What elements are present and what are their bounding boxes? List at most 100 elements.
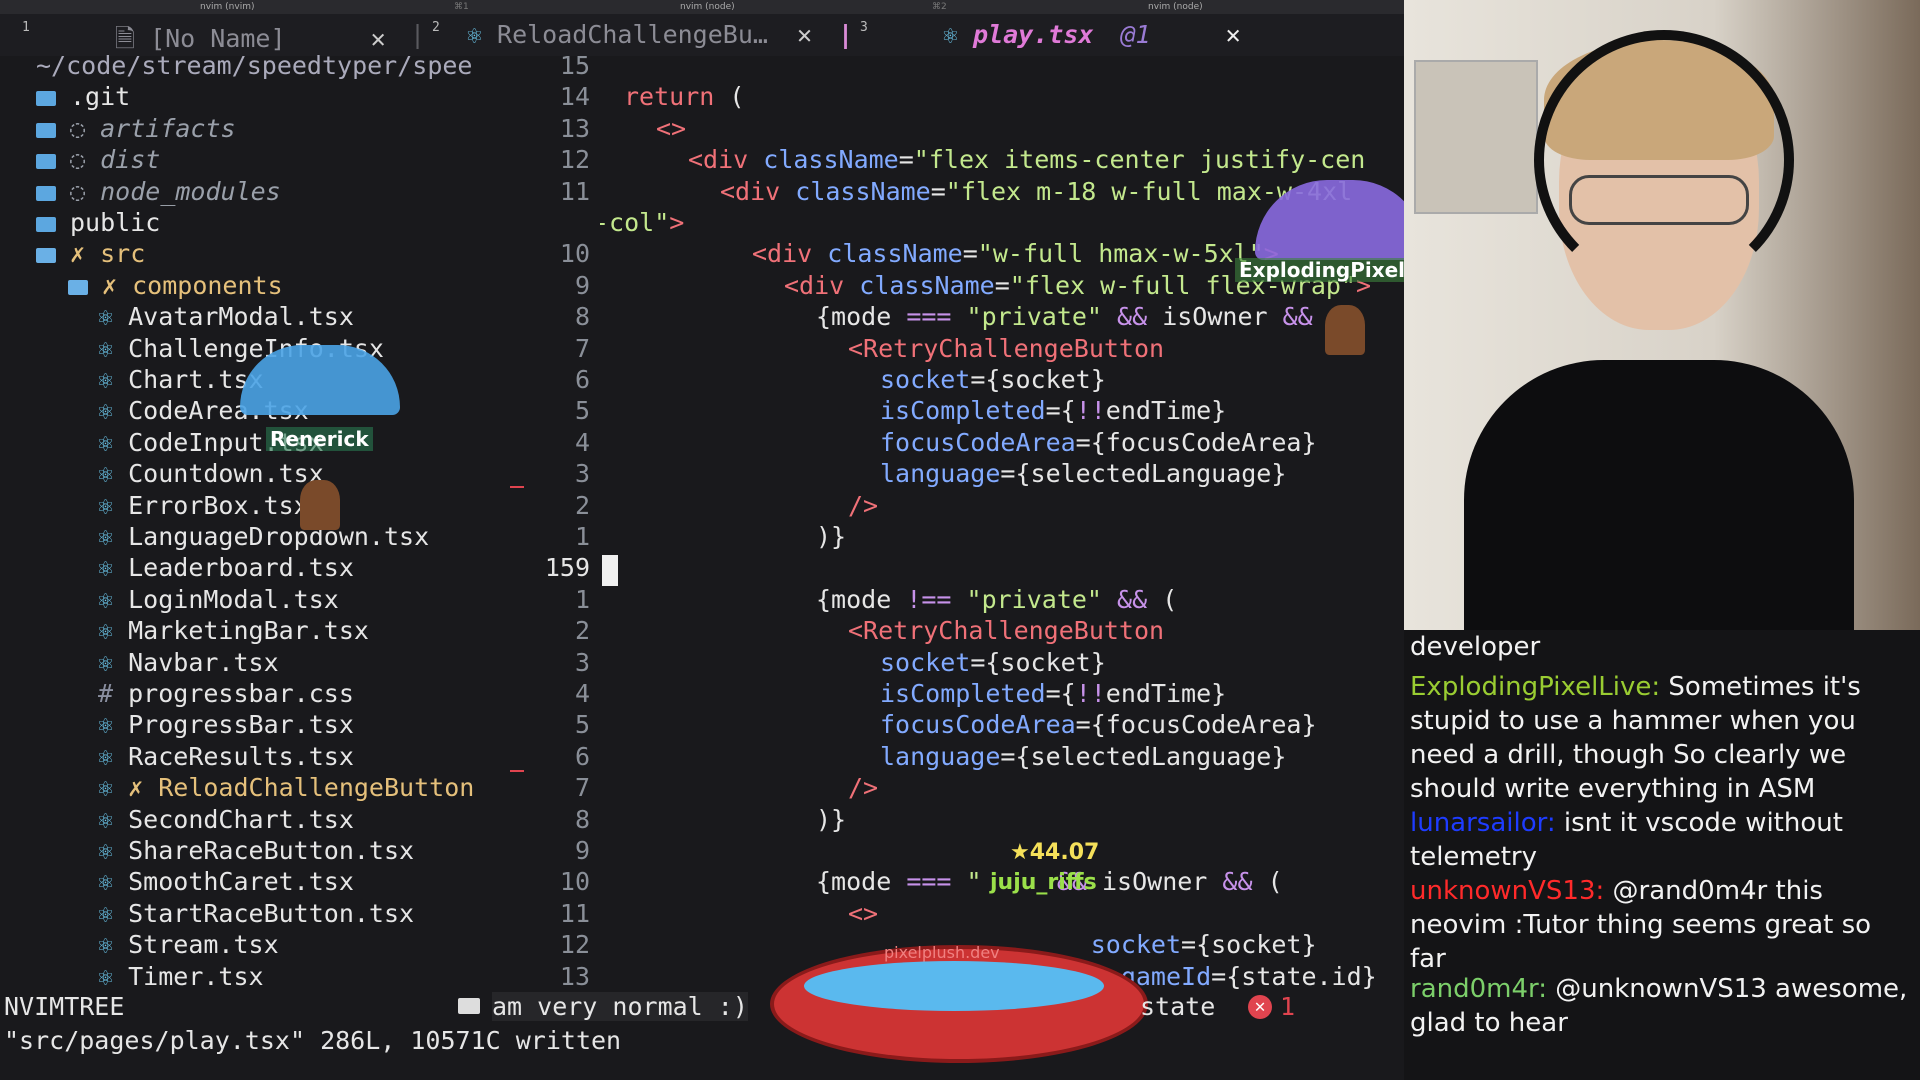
code-line[interactable]: socket={socket}	[880, 647, 1106, 678]
code-line[interactable]: <div className="flex items-center justif…	[688, 144, 1365, 175]
tree-item[interactable]: ⚛ MarketingBar.tsx	[98, 615, 369, 646]
react-icon: ⚛	[98, 616, 129, 646]
terminal-tab-2-title[interactable]: nvim (node)	[680, 2, 735, 12]
line-number: 2	[574, 616, 590, 646]
line-number: 6	[574, 741, 590, 771]
code-line[interactable]: />	[848, 772, 878, 803]
chat-message: ExplodingPixelLive: Sometimes it's stupi…	[1410, 670, 1910, 806]
close-icon[interactable]: ✕	[797, 20, 812, 49]
code-token: !!	[1075, 679, 1106, 708]
tree-item[interactable]: ⚛ RaceResults.tsx	[98, 741, 354, 772]
react-icon: ⚛	[98, 867, 129, 897]
tab-label: play.tsx	[973, 20, 1094, 49]
tree-item[interactable]: ⚛ Stream.tsx	[98, 929, 279, 960]
code-token: "private"	[951, 302, 1118, 332]
code-token: <RetryChallengeButton	[848, 616, 1165, 646]
folder-open-icon	[36, 248, 56, 264]
terminal-tab-1-title[interactable]: nvim (nvim)	[200, 2, 254, 12]
code-token: language	[880, 741, 1001, 771]
code-line[interactable]: focusCodeArea={focusCodeArea}	[880, 709, 1317, 740]
code-token: ={socket}	[970, 647, 1106, 677]
code-token: (	[1147, 584, 1178, 614]
code-line[interactable]: {mode !== "private" && (	[816, 584, 1177, 615]
tree-item[interactable]: public	[36, 207, 160, 238]
code-line[interactable]: <div className="w-full hmax-w-5xl">	[752, 238, 1279, 269]
tree-item[interactable]: ⚛ Timer.tsx	[98, 961, 264, 992]
code-token: endTime}	[1105, 396, 1227, 426]
line-number: 7	[574, 333, 590, 363]
tree-item[interactable]: ◌ node_modules	[36, 176, 281, 207]
line-number: 8	[574, 804, 590, 834]
code-line[interactable]: <RetryChallengeButton	[848, 333, 1164, 364]
tree-item[interactable]: ◌ dist	[36, 144, 160, 175]
tree-item[interactable]: ⚛ Leaderboard.tsx	[98, 552, 354, 583]
code-line[interactable]: language={selectedLanguage}	[880, 741, 1286, 772]
tree-item-label: Timer.tsx	[128, 961, 264, 991]
code-line[interactable]: focusCodeArea={focusCodeArea}	[880, 427, 1317, 458]
code-line[interactable]: <>	[656, 113, 686, 144]
tree-item[interactable]: ⚛ SecondChart.tsx	[98, 804, 354, 835]
code-token: {mode	[816, 584, 907, 614]
code-line[interactable]: language={selectedLanguage}	[880, 458, 1286, 489]
tree-item[interactable]: ⚛ ProgressBar.tsx	[98, 709, 354, 740]
react-icon: ⚛	[98, 898, 129, 928]
tree-item[interactable]: ⚛ ✗ ReloadChallengeButton	[98, 772, 474, 803]
code-token: className	[763, 145, 899, 175]
tree-item[interactable]: ◌ artifacts	[36, 113, 236, 144]
tree-item[interactable]: # progressbar.css	[98, 678, 354, 709]
tab-reload-challenge-button[interactable]: 2 ⚛ ReloadChallengeBu… ✕	[432, 20, 812, 49]
chat-message: unknownVS13: @rand0m4r this neovim :Tuto…	[1410, 874, 1910, 976]
code-line[interactable]: )}	[816, 804, 846, 835]
code-line[interactable]: />	[848, 490, 878, 521]
file-icon: 🗎	[114, 24, 135, 53]
code-line[interactable]: -col">	[600, 207, 684, 238]
tree-item-label: Stream.tsx	[128, 930, 279, 960]
headphones-icon	[1534, 30, 1794, 290]
code-token: focusCodeArea	[880, 427, 1076, 457]
react-icon: ⚛	[942, 20, 958, 49]
tree-item[interactable]: ⚛ Navbar.tsx	[98, 647, 279, 678]
tree-item[interactable]: ⚛ AvatarModal.tsx	[98, 301, 354, 332]
code-token: ===	[906, 302, 952, 332]
line-number: 5	[574, 396, 590, 426]
tree-item[interactable]: ⚛ StartRaceButton.tsx	[98, 898, 414, 929]
code-token: ={focusCodeArea}	[1075, 710, 1317, 740]
tree-item[interactable]: ⚛ SmoothCaret.tsx	[98, 866, 354, 897]
tree-item[interactable]: .git	[36, 81, 130, 112]
status-context: state	[1140, 992, 1216, 1021]
tree-item[interactable]: ✗ components	[68, 270, 283, 301]
code-token: isCompleted	[880, 396, 1046, 426]
line-number: 10	[559, 867, 590, 897]
line-number: 12	[559, 930, 590, 960]
line-number: 159	[544, 553, 590, 583]
react-icon: ⚛	[98, 365, 129, 394]
code-line[interactable]: isCompleted={!!endTime}	[880, 678, 1226, 709]
code-line[interactable]: <RetryChallengeButton	[848, 615, 1164, 646]
command-line[interactable]: "src/pages/play.tsx" 286L, 10571C writte…	[0, 1024, 1404, 1060]
tree-item[interactable]: ✗ src	[36, 238, 145, 269]
code-line[interactable]: )}	[816, 521, 846, 552]
line-number: 10	[559, 239, 590, 269]
error-icon: ✕	[1248, 995, 1272, 1019]
close-icon[interactable]: ✕	[1226, 20, 1241, 49]
mode-indicator: NVIMTREE	[4, 992, 125, 1021]
react-icon: ⚛	[98, 961, 129, 991]
tree-item[interactable]: ⚛ ShareRaceButton.tsx	[98, 835, 414, 866]
tab-label: ReloadChallengeBu…	[497, 20, 768, 49]
code-line[interactable]: socket={socket}	[880, 364, 1106, 395]
code-token: <div	[752, 239, 828, 269]
close-icon[interactable]: ✕	[371, 24, 386, 53]
react-icon: ⚛	[98, 302, 129, 332]
code-token: isOwner	[1086, 867, 1223, 897]
code-token: {mode	[816, 867, 907, 897]
terminal-tab-3-title[interactable]: nvim (node)	[1148, 2, 1203, 12]
line-number: 11	[559, 176, 590, 206]
code-line[interactable]: return (	[624, 81, 744, 112]
code-token: )}	[816, 522, 847, 551]
tree-item[interactable]: ⚛ LoginModal.tsx	[98, 584, 339, 615]
tab-play-tsx[interactable]: 3 ⚛ play.tsx @1 ✕	[860, 20, 1241, 49]
code-line[interactable]: isCompleted={!!endTime}	[880, 395, 1226, 426]
react-icon: ⚛	[466, 20, 482, 49]
code-line[interactable]: <>	[848, 898, 878, 929]
neovim-terminal[interactable]: nvim (nvim) ⌘1 nvim (node) ⌘2 nvim (node…	[0, 0, 1404, 1080]
